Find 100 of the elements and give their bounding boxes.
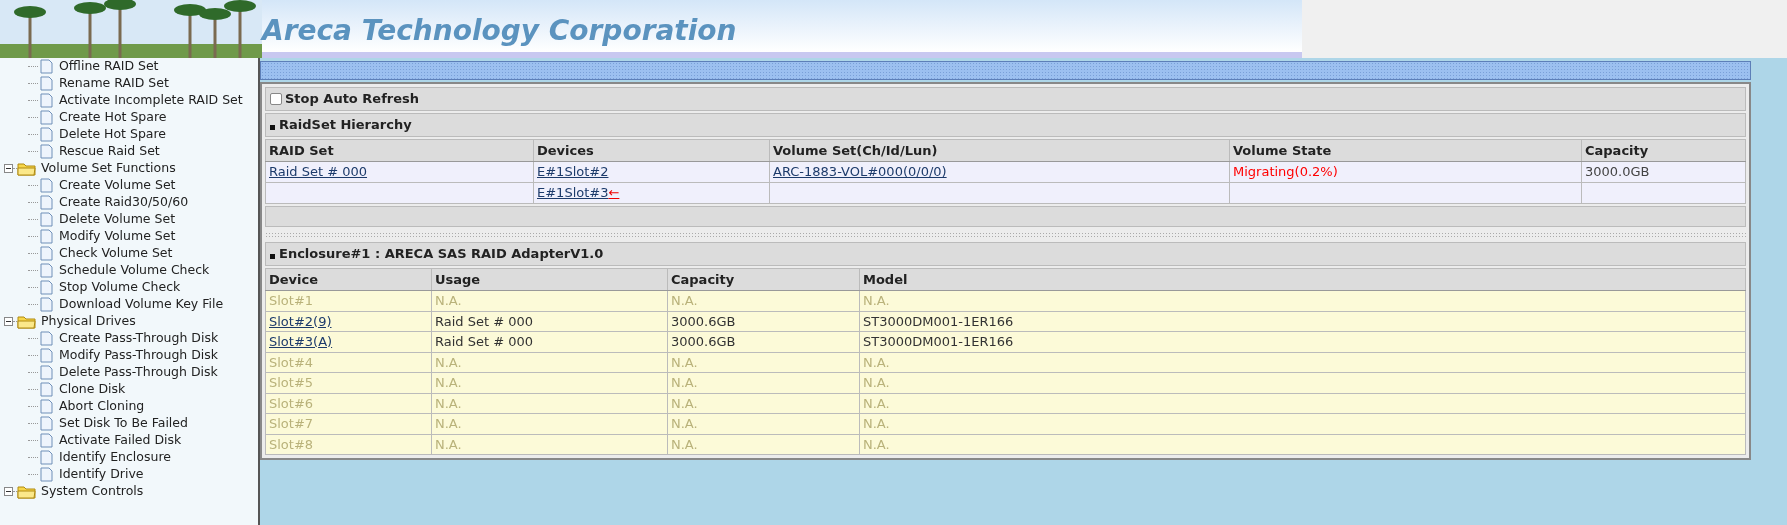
table-cell: Slot#5: [269, 375, 314, 390]
table-cell: N.A.: [435, 293, 462, 308]
page-icon: [40, 467, 53, 482]
page-icon: [40, 280, 53, 295]
table-cell: Raid Set # 000: [435, 334, 534, 349]
page-icon: [40, 93, 53, 108]
column-header: RAID Set: [265, 139, 534, 162]
page-icon: [40, 178, 53, 193]
page-icon: [40, 144, 53, 159]
page-icon: [40, 399, 53, 414]
table-cell: N.A.: [435, 436, 462, 452]
table-cell: Migrating(0.2%): [1233, 164, 1338, 180]
header-title: Areca Technology Corporation: [262, 13, 737, 49]
menu-item[interactable]: Clone Disk: [59, 380, 126, 399]
menu-item[interactable]: Create Volume Set: [59, 176, 176, 195]
menu-folder[interactable]: System Controls: [41, 482, 144, 501]
page-icon: [40, 416, 53, 431]
menu-item[interactable]: Download Volume Key File: [59, 295, 224, 314]
menu-item[interactable]: Identify Enclosure: [59, 448, 171, 467]
menu-item[interactable]: Activate Failed Disk: [59, 431, 182, 450]
folder-icon: [17, 161, 37, 176]
table-cell: N.A.: [863, 436, 890, 452]
page-icon: [40, 246, 53, 261]
checkbox-label: Stop Auto Refresh: [285, 90, 420, 109]
menu-item[interactable]: Create Hot Spare: [59, 108, 167, 127]
bullet-icon: [270, 124, 275, 130]
menu-item[interactable]: Offline RAID Set: [59, 58, 159, 76]
page-icon: [40, 195, 53, 210]
menu-item[interactable]: Abort Cloning: [59, 397, 145, 416]
table-cell: N.A.: [863, 354, 890, 370]
table-cell: N.A.: [435, 395, 462, 411]
checkbox[interactable]: [270, 93, 282, 105]
page-icon: [40, 212, 53, 227]
table-cell: N.A.: [671, 354, 698, 370]
menu-item[interactable]: Modify Volume Set: [59, 227, 176, 246]
column-header: Capacity: [667, 268, 860, 291]
menu-item[interactable]: Stop Volume Check: [59, 278, 181, 297]
column-header: Volume State: [1229, 139, 1582, 162]
menu-item[interactable]: Create Raid30/50/60: [59, 193, 189, 212]
column-header: Volume Set(Ch/Id/Lun): [769, 139, 1230, 162]
table-cell: N.A.: [863, 375, 890, 390]
bullet-icon: [270, 253, 275, 259]
table-cell: N.A.: [863, 293, 890, 308]
menu-item[interactable]: Activate Incomplete RAID Set: [59, 91, 243, 110]
page-icon: [40, 382, 53, 397]
page-icon: [40, 263, 53, 278]
menu-item[interactable]: Schedule Volume Check: [59, 261, 210, 280]
page-icon: [40, 331, 53, 346]
page-icon: [40, 348, 53, 363]
menu-item[interactable]: Rescue Raid Set: [59, 142, 160, 161]
table-cell: N.A.: [435, 354, 462, 370]
collapse-icon[interactable]: [4, 487, 13, 496]
menu-item[interactable]: Delete Pass-Through Disk: [59, 363, 218, 382]
table-cell: N.A.: [671, 416, 698, 431]
column-header: Devices: [533, 139, 770, 162]
folder-icon: [17, 314, 37, 329]
table-cell: 3000.6GB: [671, 334, 736, 349]
menu-item[interactable]: Identify Drive: [59, 465, 144, 484]
page-icon: [40, 76, 53, 91]
column-header: Capacity: [1581, 139, 1746, 162]
table-cell: N.A.: [863, 416, 890, 431]
table-cell: 3000.0GB: [1585, 164, 1650, 180]
table-cell: Slot#8: [269, 436, 314, 452]
page-icon: [40, 297, 53, 312]
column-header: Device: [265, 268, 432, 291]
page-icon: [40, 110, 53, 125]
menu-item[interactable]: Create Pass-Through Disk: [59, 329, 219, 348]
table-cell: N.A.: [671, 436, 698, 452]
menu-folder[interactable]: Volume Set Functions: [41, 159, 176, 178]
collapse-icon[interactable]: [4, 317, 13, 326]
column-header: Usage: [431, 268, 668, 291]
folder-icon: [17, 484, 37, 499]
page-icon: [40, 450, 53, 465]
device-link[interactable]: E#1Slot#3: [537, 185, 609, 201]
table-cell: ST3000DM001-1ER166: [863, 334, 1014, 349]
page-icon: [40, 365, 53, 380]
table-cell: Slot#7: [269, 416, 314, 431]
table-cell: ST3000DM001-1ER166: [863, 313, 1014, 329]
menu-folder[interactable]: Physical Drives: [41, 312, 136, 331]
table-cell: Slot#4: [269, 354, 314, 370]
table-cell: Slot#1: [269, 293, 314, 308]
menu-item[interactable]: Delete Hot Spare: [59, 125, 167, 144]
collapse-icon[interactable]: [4, 164, 13, 173]
page-icon: [40, 433, 53, 448]
menu-item[interactable]: Rename RAID Set: [59, 74, 169, 93]
table-cell: Slot#6: [269, 395, 314, 411]
page-icon: [40, 229, 53, 244]
page-icon: [40, 127, 53, 142]
table-cell: N.A.: [671, 375, 698, 390]
menu-item[interactable]: Set Disk To Be Failed: [59, 414, 188, 433]
table-cell: N.A.: [671, 293, 698, 308]
table-cell: N.A.: [435, 375, 462, 390]
table-cell: N.A.: [863, 395, 890, 411]
table-cell: N.A.: [435, 416, 462, 431]
table-cell: Raid Set # 000: [435, 313, 534, 329]
menu-item[interactable]: Modify Pass-Through Disk: [59, 346, 219, 365]
menu-item[interactable]: Check Volume Set: [59, 244, 173, 263]
menu-item[interactable]: Delete Volume Set: [59, 210, 176, 229]
marker-arrow: ←: [608, 185, 620, 201]
section-title: Enclosure#1 : ARECA SAS RAID AdapterV1.0: [279, 245, 604, 264]
